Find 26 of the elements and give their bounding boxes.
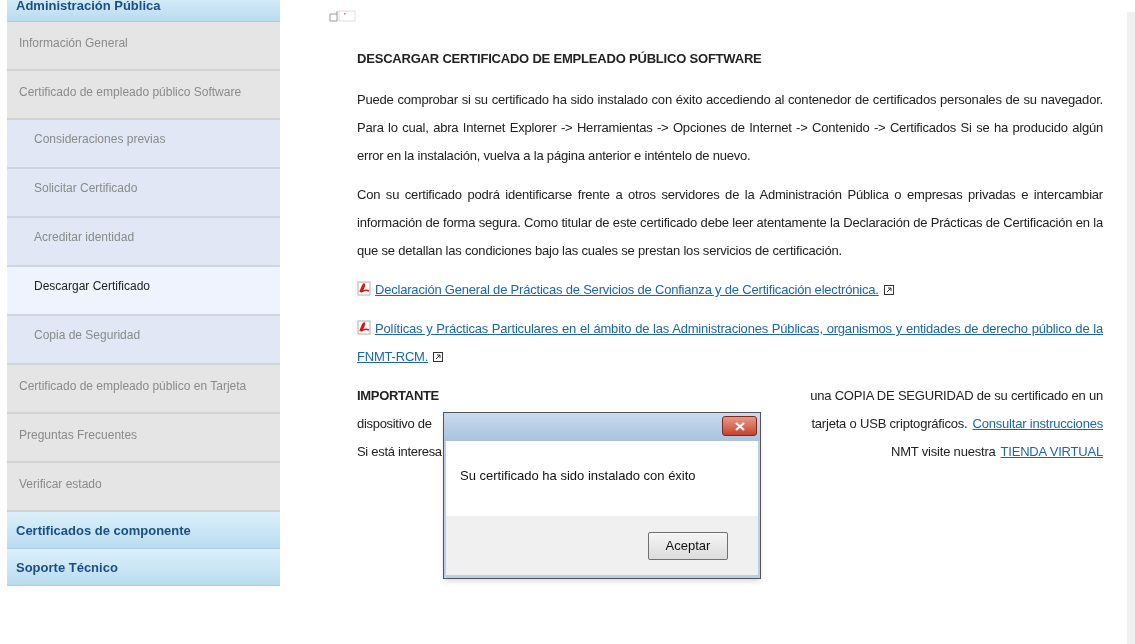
paragraph-fragment: IMPORTANTE (357, 387, 439, 405)
sidebar-subitem[interactable]: Descargar Certificado (7, 267, 280, 316)
pdf-icon (357, 320, 372, 335)
paragraph-fragment: dispositivo de (357, 415, 432, 433)
placeholder-icon (329, 10, 357, 22)
paragraph: Puede comprobar si su certificado ha sido instalado con éxito accediendo al contenedor de certificados personales de su navegador. Para lo cual, abra Internet Explorer -> Herramientas -> Opciones de Internet -> Contenido -> Certificados Si se ha producido algún error en la instalación, vuelva a la página anterior e inténtelo de nuevo. (357, 91, 1103, 165)
link[interactable]: Consultar instrucciones (972, 410, 1103, 438)
paragraph: Con su certificado podrá identificarse frente a otros servidores de la Administración Pública o empresas privadas e intercambiar información de forma segura. Como titular de este certificado debe leer atentamente la Declaración de Prácticas de Certificación en la que se detallan las condiciones bajo las cuales se prestan los servicios de certificación. (357, 186, 1103, 260)
close-icon (734, 421, 745, 431)
link[interactable]: TIENDA VIRTUAL (1000, 438, 1103, 466)
dialog-message: Su certificado ha sido instalado con éxito (460, 468, 696, 483)
sidebar-header[interactable]: Soporte Técnico (7, 549, 280, 586)
page-title: DESCARGAR CERTIFICADO DE EMPLEADO PÚBLICO SOFTWARE (357, 50, 763, 68)
paragraph-fragment: Si está interesa (357, 443, 442, 461)
external-link-icon (883, 285, 894, 295)
close-button[interactable] (722, 416, 757, 436)
paragraph-fragment: tarjeta o USB criptográficos. (811, 415, 968, 433)
external-link-icon (433, 352, 444, 362)
accept-button[interactable]: Aceptar (648, 531, 728, 560)
pdf-icon (357, 281, 372, 296)
sidebar-header[interactable]: Certificados de componente (7, 512, 280, 549)
sidebar-header[interactable]: Administración Pública (7, 0, 280, 22)
paragraph-fragment: una COPIA DE SEGURIDAD de su certificado en un (810, 387, 1103, 405)
document-link[interactable]: Declaración General de Prácticas de Servicios de Confianza y de Certificación electrónica. (357, 276, 1103, 304)
document-link[interactable]: Políticas y Prácticas Particulares en el ámbito de las Administraciones Públicas, organismos y entidades de derecho público de la FNMT-RCM. (357, 315, 1103, 371)
paragraph-fragment: NMT visite nuestra (891, 443, 996, 461)
